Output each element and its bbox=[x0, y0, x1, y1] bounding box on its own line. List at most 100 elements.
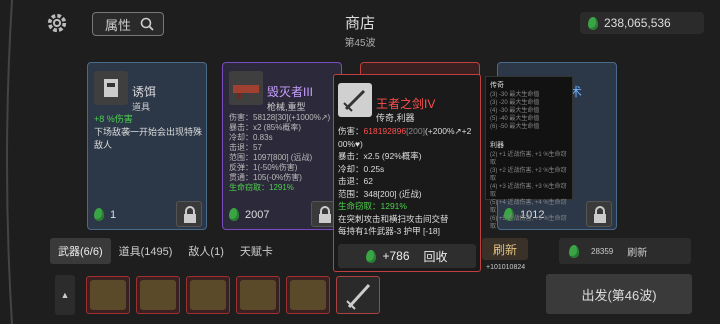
tab-weapons[interactable]: 武器(6/6) bbox=[50, 238, 111, 264]
set-line: (3) -20 最大生命值 bbox=[490, 100, 540, 106]
effect-line: 每持有1件武器-3 护甲 [-18] bbox=[338, 226, 441, 236]
set-line: (3) -30 最大生命值 bbox=[490, 92, 540, 98]
gear-icon[interactable] bbox=[46, 12, 68, 34]
dmg-scaling-cont: 00%♥) bbox=[338, 138, 363, 149]
lifesteal-line: 生命窃取：1291% bbox=[338, 201, 407, 211]
dmg-value: 618192896 bbox=[363, 126, 407, 136]
reroll-cost-button[interactable]: 28359 刷新 bbox=[559, 238, 691, 264]
fist-weapon-icon bbox=[90, 280, 126, 310]
attributes-label: 属性 bbox=[105, 17, 132, 33]
set-title: 传奇 bbox=[490, 82, 504, 89]
lock-button[interactable] bbox=[176, 201, 202, 227]
tooltip-type: 传奇,利器 bbox=[376, 113, 415, 123]
weapon-slot[interactable] bbox=[86, 276, 130, 314]
card-price: 2007 bbox=[229, 208, 269, 221]
recycle-value: +786 bbox=[382, 249, 410, 263]
inventory-tabs: 武器(6/6) 道具(1495) 敌人(1) 天赋卡 bbox=[50, 238, 281, 264]
stat-line: 范围：1097[800] (远战) bbox=[229, 153, 313, 162]
reroll-label: 刷新 bbox=[627, 247, 648, 259]
material-gem-icon bbox=[229, 208, 239, 221]
fist-weapon-icon bbox=[290, 280, 326, 310]
item-tooltip: 王者之剑IV 传奇,利器 伤害：618192896[200](+200%↗+2 … bbox=[333, 74, 481, 272]
destroyer-weapon-icon bbox=[229, 71, 263, 105]
reroll-cost: 28359 bbox=[591, 246, 614, 256]
material-gem-icon bbox=[569, 244, 579, 258]
dmg-base: [200] bbox=[406, 126, 425, 136]
desc-line: 下场敌袭一开始会出现特殊 bbox=[94, 127, 203, 137]
material-gem-icon bbox=[588, 16, 598, 30]
shop-card-destroyer[interactable]: 毁灭者III 枪械,重型 伤害：58128[30](+1000%↗) 暴击：x2… bbox=[222, 62, 342, 230]
shop-header: 商店 第45波 bbox=[310, 12, 410, 49]
fist-weapon-icon bbox=[240, 280, 276, 310]
sword-icon bbox=[338, 83, 372, 117]
dmg-label: 伤害： bbox=[338, 126, 364, 136]
price-value: 1 bbox=[110, 208, 117, 221]
dmg-scaling: (+200%↗+2 bbox=[424, 126, 472, 136]
damage-line: 伤害：618192896[200](+200%↗+2 bbox=[338, 125, 478, 138]
lock-button[interactable] bbox=[586, 201, 612, 227]
set-line: (3) +2 近战伤害, +2 %生命窃取 bbox=[490, 168, 567, 182]
search-icon bbox=[140, 17, 154, 31]
set-line: (5) -40 最大生命值 bbox=[490, 116, 540, 122]
stat-line: 击退：57 bbox=[229, 143, 262, 152]
material-gem-icon bbox=[366, 249, 377, 263]
material-gem-icon bbox=[94, 208, 104, 221]
crit-line: 暴击：x2.5 (92%概率) bbox=[338, 151, 422, 161]
tooltip-stats: 伤害：618192896[200](+200%↗+2 00%♥) 暴击：x2.5… bbox=[338, 125, 478, 238]
set-line: (6) +5 近战伤害, +5 %生命窃取 bbox=[490, 216, 567, 230]
card-type: 道具 bbox=[132, 102, 151, 112]
wave-label: 第45波 bbox=[344, 38, 376, 49]
recycle-label: 回收 bbox=[423, 249, 448, 264]
tab-talent-cards[interactable]: 天赋卡 bbox=[232, 238, 281, 264]
tab-enemies[interactable]: 敌人(1) bbox=[180, 238, 231, 264]
desc-line: 敌人 bbox=[94, 140, 113, 150]
set-line: (5) +4 近战伤害, +4 %生命窃取 bbox=[490, 200, 567, 214]
stat-line: 贯通：105(-0%伤害) bbox=[229, 173, 302, 182]
card-name: 诱饵 bbox=[132, 85, 157, 99]
card-stats: 伤害：58128[30](+1000%↗) 暴击：x2 (85%概率) 冷却：0… bbox=[229, 113, 339, 193]
stat-line: 暴击：x2 (85%概率) bbox=[229, 123, 302, 132]
weapon-slot[interactable] bbox=[236, 276, 280, 314]
desc-line: +8 %伤害 bbox=[94, 114, 133, 124]
attributes-button[interactable]: 属性 bbox=[92, 12, 164, 36]
screen-edge-curve bbox=[6, 0, 13, 324]
money-value: 238,065,536 bbox=[604, 16, 671, 30]
card-description: +8 %伤害 下场敌袭一开始会出现特殊 敌人 bbox=[94, 113, 204, 152]
weapon-slot[interactable] bbox=[186, 276, 230, 314]
card-type: 枪械,重型 bbox=[267, 102, 306, 112]
weapon-slot-selected[interactable] bbox=[336, 276, 380, 314]
stat-line: 伤害：58128[30](+1000%↗) bbox=[229, 113, 331, 122]
shop-card-decoy[interactable]: 诱饵 道具 +8 %伤害 下场敌袭一开始会出现特殊 敌人 1 bbox=[87, 62, 207, 230]
weapon-slot[interactable] bbox=[286, 276, 330, 314]
set-line: (6) -50 最大生命值 bbox=[490, 124, 540, 130]
fist-weapon-icon bbox=[190, 280, 226, 310]
depart-button[interactable]: 出发(第46波) bbox=[546, 274, 692, 314]
money-display: 238,065,536 bbox=[580, 12, 704, 34]
set-line: (4) -30 最大生命值 bbox=[490, 108, 540, 114]
scroll-up-button[interactable]: ▲ bbox=[55, 275, 75, 315]
weapon-slot[interactable] bbox=[136, 276, 180, 314]
stat-line: 反弹：1(-50%伤害) bbox=[229, 163, 298, 172]
cooldown-line: 冷却：0.25s bbox=[338, 163, 385, 174]
sword-icon bbox=[346, 283, 371, 310]
price-value: 2007 bbox=[245, 208, 270, 221]
range-line: 范围：348[200] (近战) bbox=[338, 188, 422, 199]
reroll-money: +101010824 bbox=[486, 264, 526, 271]
set-line: (2) +1 近战伤害, +1 %生命窃取 bbox=[490, 152, 567, 166]
effect-line: 在突刺攻击和横扫攻击间交替 bbox=[338, 213, 449, 224]
set-line: (4) +3 近战伤害, +3 %生命窃取 bbox=[490, 184, 567, 198]
reroll-button[interactable]: 刷新 bbox=[482, 238, 528, 260]
lock-icon bbox=[594, 206, 606, 223]
set-bonus-panel: 传奇 (3) -30 最大生命值 (3) -20 最大生命值 (4) -30 最… bbox=[485, 76, 573, 230]
page-title: 商店 bbox=[344, 15, 375, 32]
tab-items[interactable]: 道具(1495) bbox=[111, 238, 181, 264]
stat-line: 生命窃取：1291% bbox=[229, 183, 294, 192]
knockback-line: 击退：62 bbox=[338, 176, 373, 186]
set-title: 利器 bbox=[490, 142, 504, 149]
fist-weapon-icon bbox=[140, 280, 176, 310]
tooltip-name: 王者之剑IV bbox=[376, 97, 436, 111]
card-name: 毁灭者III bbox=[267, 85, 314, 99]
stat-line: 冷却：0.83s bbox=[229, 133, 273, 142]
lock-icon bbox=[184, 206, 196, 223]
recycle-button[interactable]: +786 回收 bbox=[338, 244, 476, 268]
